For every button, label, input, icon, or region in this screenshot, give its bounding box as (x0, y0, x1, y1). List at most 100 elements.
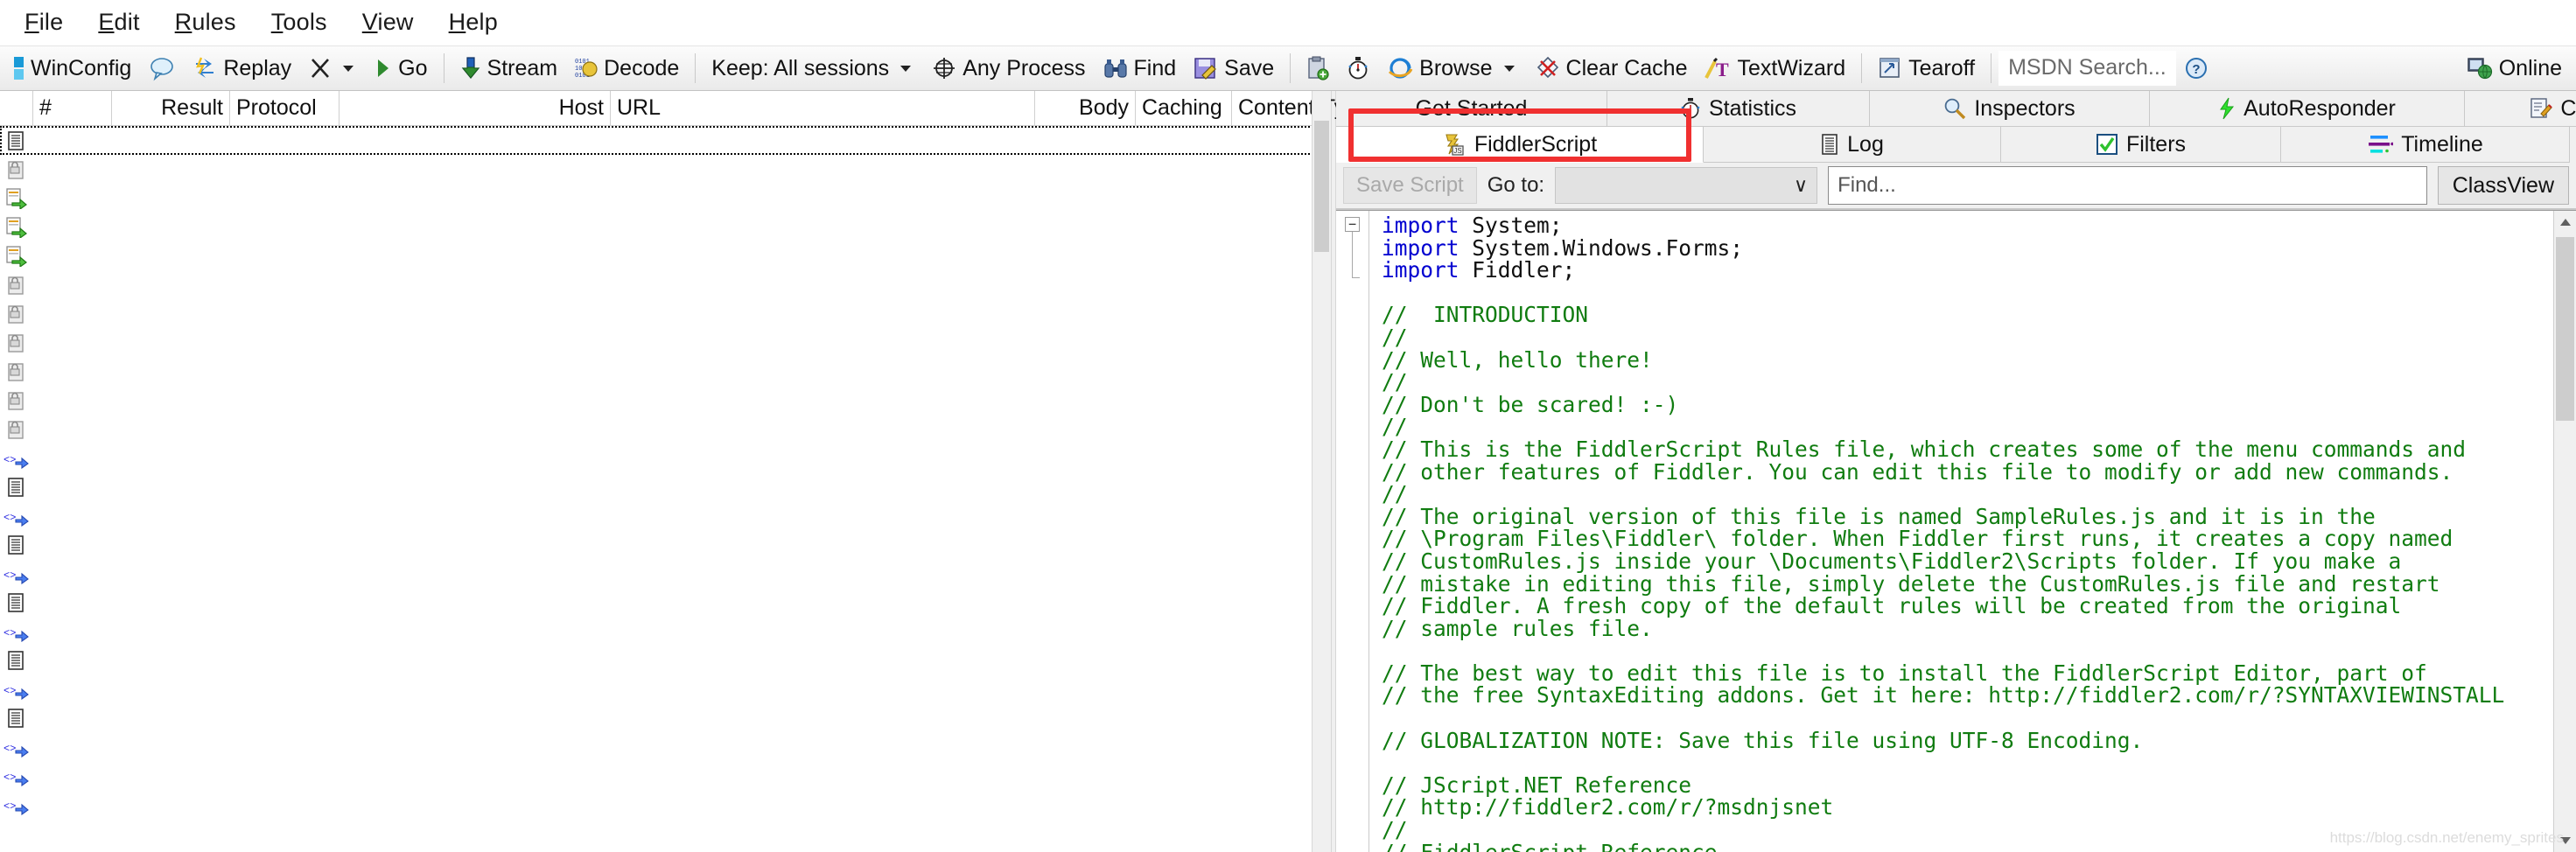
column-header-caching[interactable]: Caching (1136, 90, 1232, 126)
help-button[interactable]: ? (2176, 49, 2216, 87)
session-row-url (611, 617, 1035, 646)
session-row[interactable] (0, 415, 1331, 443)
classview-button[interactable]: ClassView (2437, 166, 2569, 205)
editor-scroll-thumb[interactable] (2556, 237, 2574, 421)
tab-statistics[interactable]: Statistics (1607, 91, 1870, 127)
comment-button[interactable] (140, 49, 184, 87)
save-button[interactable]: Save (1185, 49, 1283, 87)
decode-button[interactable]: 0101 1010 0101 Decode (566, 49, 688, 87)
sessions-scroll-up-arrow[interactable] (1312, 91, 1331, 110)
session-row[interactable] (0, 126, 1331, 155)
session-row[interactable] (0, 241, 1331, 270)
find-input[interactable]: Find... (1828, 166, 2427, 205)
tab-filters[interactable]: Filters (2001, 127, 2281, 163)
session-row[interactable] (0, 530, 1331, 559)
stream-button[interactable]: Stream (452, 49, 567, 87)
any-process-button[interactable]: Any Process (923, 49, 1094, 87)
svg-text:<>: <> (4, 454, 16, 466)
session-row-protocol (230, 646, 340, 674)
sessions-list[interactable]: <> <> <> <> <> <> <> <> (0, 126, 1331, 852)
copy-to-clipboard-button[interactable] (1298, 49, 1338, 87)
find-button[interactable]: Find (1095, 49, 1186, 87)
session-row[interactable]: <> (0, 617, 1331, 646)
tab-timeline[interactable]: Timeline (2281, 127, 2570, 163)
menu-tools[interactable]: Tools (254, 7, 345, 38)
session-row[interactable] (0, 299, 1331, 328)
replay-button[interactable]: Replay (184, 49, 300, 87)
session-row-icon: <> (0, 732, 33, 761)
sessions-scroll-thumb[interactable] (1314, 121, 1329, 252)
session-row-caching (1136, 761, 1232, 790)
browse-button[interactable]: Browse (1378, 49, 1526, 87)
browse-dropdown-caret[interactable] (1503, 65, 1515, 72)
menu-edit-label: dit (114, 9, 140, 35)
clear-cache-button[interactable]: Clear Cache (1527, 49, 1697, 87)
session-row-caching (1136, 357, 1232, 386)
session-row[interactable] (0, 588, 1331, 617)
column-header-result[interactable]: Result (112, 90, 230, 126)
menu-edit[interactable]: Edit (80, 7, 157, 38)
code-fold-gutter[interactable]: − (1336, 211, 1369, 852)
tab-fiddlerscript[interactable]: JS FiddlerScript (1336, 127, 1704, 163)
save-script-button[interactable]: Save Script (1343, 167, 1477, 204)
timer-button[interactable] (1338, 49, 1378, 87)
editor-scroll-down-arrow[interactable] (2554, 829, 2576, 852)
fold-bracket-foot (1352, 277, 1360, 278)
sessions-scroll-down-arrow[interactable] (1312, 833, 1331, 852)
msdn-search-input[interactable]: MSDN Search... (1998, 51, 2176, 86)
session-row[interactable]: <> (0, 761, 1331, 790)
tab-autoresponder[interactable]: AutoResponder (2150, 91, 2465, 127)
session-row[interactable] (0, 184, 1331, 213)
column-header-protocol[interactable]: Protocol (230, 90, 340, 126)
stream-label: Stream (486, 55, 558, 80)
menu-file[interactable]: File (7, 7, 80, 38)
session-row[interactable] (0, 357, 1331, 386)
column-header-url[interactable]: URL (611, 90, 1035, 126)
session-row-caching (1136, 299, 1232, 328)
session-row[interactable] (0, 646, 1331, 674)
session-row[interactable]: <> (0, 732, 1331, 761)
go-button[interactable]: Go (366, 49, 436, 87)
tab-inspectors[interactable]: Inspectors (1870, 91, 2150, 127)
session-row-number (33, 790, 112, 819)
column-header-body[interactable]: Body (1035, 90, 1136, 126)
keep-sessions-button[interactable]: Keep: All sessions (703, 49, 923, 87)
column-header-host[interactable]: Host (340, 90, 611, 126)
session-row[interactable] (0, 328, 1331, 357)
editor-scrollbar[interactable] (2553, 211, 2576, 852)
session-row-number (33, 559, 112, 588)
column-header-icon[interactable] (0, 90, 33, 126)
goto-dropdown[interactable]: ∨ (1555, 167, 1818, 204)
tab-log[interactable]: Log (1704, 127, 2001, 163)
fold-toggle-icon[interactable]: − (1345, 217, 1360, 232)
session-row[interactable] (0, 270, 1331, 299)
session-row[interactable]: <> (0, 501, 1331, 530)
keep-dropdown-caret[interactable] (900, 65, 912, 72)
editor-scroll-up-arrow[interactable] (2554, 211, 2576, 234)
session-row-protocol (230, 530, 340, 559)
tab-get-started[interactable]: Get Started (1336, 91, 1607, 127)
remove-button[interactable] (300, 49, 366, 87)
sessions-scrollbar[interactable] (1312, 91, 1331, 852)
tearoff-button[interactable]: Tearoff (1869, 49, 1984, 87)
code-content[interactable]: import System; import System.Windows.Form… (1369, 211, 2553, 852)
session-row[interactable] (0, 472, 1331, 501)
session-row[interactable]: <> (0, 790, 1331, 819)
menu-help[interactable]: Help (431, 7, 515, 38)
column-header-number[interactable]: # (33, 90, 112, 126)
online-status-button[interactable]: Online (2458, 49, 2571, 87)
menu-rules[interactable]: Rules (158, 7, 254, 38)
winconfig-button[interactable]: WinConfig (5, 49, 140, 87)
menu-view[interactable]: View (345, 7, 431, 38)
session-row[interactable]: <> (0, 559, 1331, 588)
session-row[interactable]: <> (0, 443, 1331, 472)
textwizard-button[interactable]: T TextWizard (1696, 49, 1854, 87)
tab-composer[interactable]: Composer (2465, 91, 2576, 127)
session-row[interactable]: <> (0, 674, 1331, 703)
session-row[interactable] (0, 213, 1331, 241)
session-row[interactable] (0, 155, 1331, 184)
remove-dropdown-caret[interactable] (343, 65, 354, 72)
session-row[interactable] (0, 703, 1331, 732)
session-row[interactable] (0, 386, 1331, 415)
crosshair-target-icon (932, 56, 956, 80)
